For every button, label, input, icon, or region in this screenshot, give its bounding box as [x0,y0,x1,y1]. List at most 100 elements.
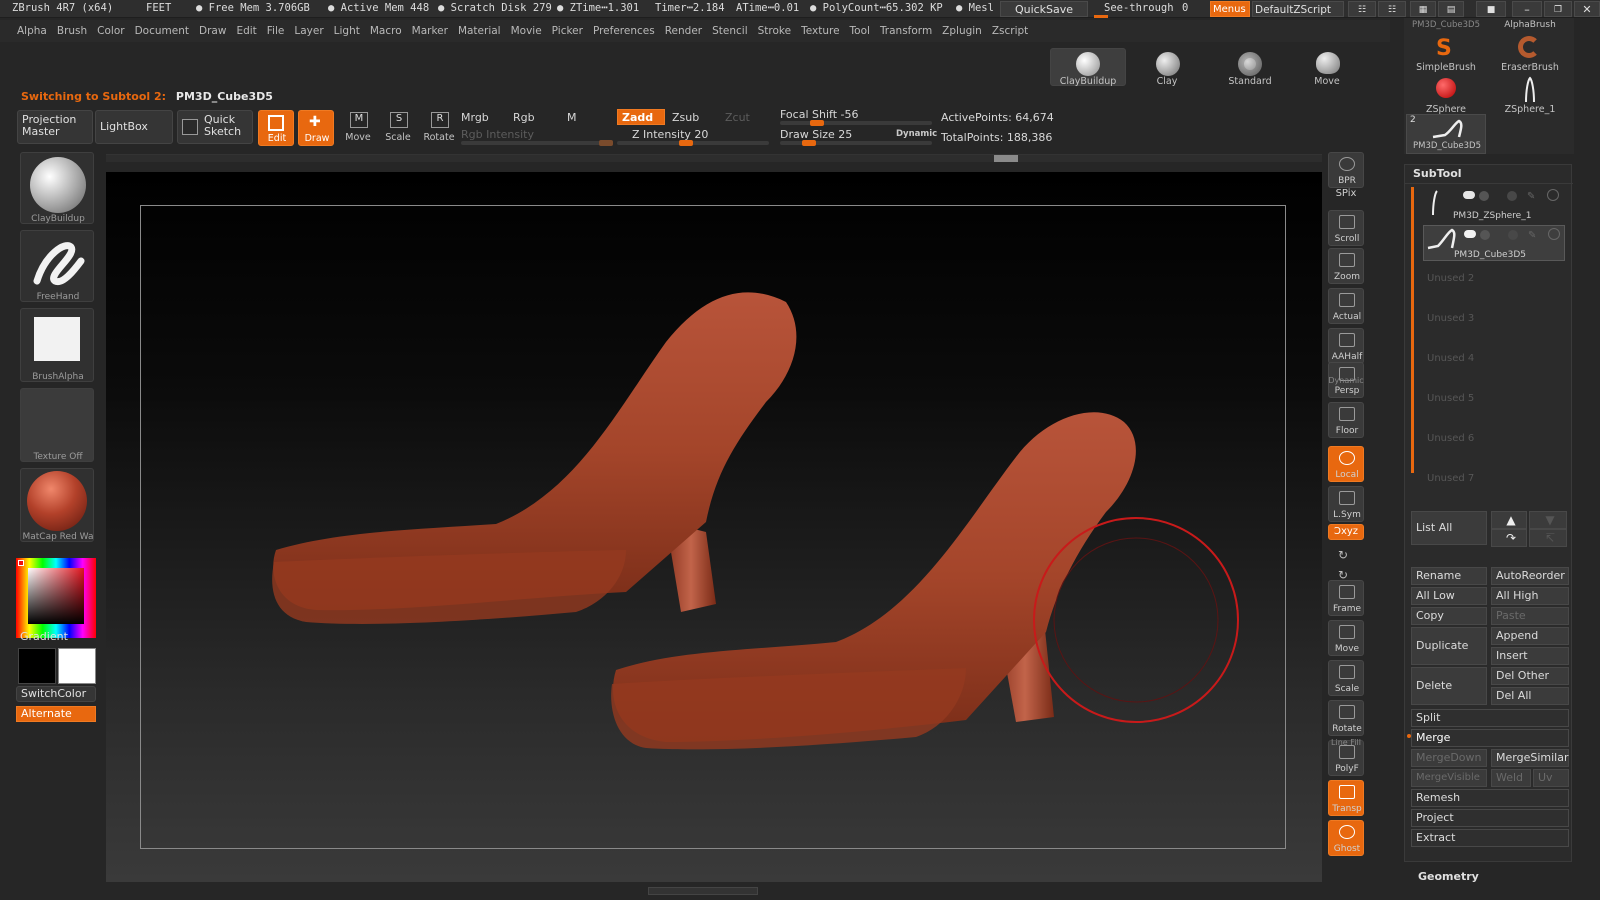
maximize-icon[interactable]: ❐ [1544,1,1572,17]
tray-ghost-button[interactable]: Ghost [1328,820,1364,856]
menu-stroke[interactable]: Stroke [753,20,796,42]
shelf-brush-move[interactable]: Move [1292,48,1362,88]
duplicate-button[interactable]: Duplicate [1411,627,1487,665]
bottom-shelf-handle[interactable] [648,887,758,895]
copy-button[interactable]: Copy [1411,607,1487,625]
project-subpalette[interactable]: Project [1411,809,1569,827]
layout-toggle-icon[interactable]: ☷ [1348,1,1376,17]
color-picker-square[interactable] [28,568,84,624]
menu-tool[interactable]: Tool [845,20,875,42]
color-picker[interactable] [16,558,96,638]
move-mode-button[interactable]: M Move [340,110,376,146]
secondary-color-swatch[interactable] [18,648,56,684]
main-color-swatch[interactable] [58,648,96,684]
mrgb-toggle[interactable]: Mrgb [461,111,489,124]
menu-edit[interactable]: Edit [231,20,261,42]
shelf-brush-standard[interactable]: Standard [1210,48,1290,88]
tray-frame-button[interactable]: Frame [1328,580,1364,616]
menu-marker[interactable]: Marker [407,20,453,42]
mergedown-button[interactable]: MergeDown [1411,749,1487,767]
scale-mode-button[interactable]: S Scale [380,110,416,146]
canvas-h-scroll[interactable] [106,154,1322,162]
menu-stencil[interactable]: Stencil [707,20,753,42]
lock-icon[interactable]: ■ [1476,1,1506,17]
material-picker[interactable]: MatCap Red Wa [20,468,94,542]
remesh-subpalette[interactable]: Remesh [1411,789,1569,807]
close-icon[interactable]: ✕ [1574,1,1600,17]
tool-pm3d-cube3d5[interactable]: 2 PM3D_Cube3D5 [1406,114,1486,154]
lightbox-button[interactable]: LightBox [95,110,173,144]
see-through-slider[interactable]: See-through 0 [1094,1,1204,18]
merge-subpalette[interactable]: Merge [1411,729,1569,747]
tray-local-button[interactable]: Local [1328,446,1364,482]
xyz-symmetry-button[interactable]: Ɔxyz [1328,524,1364,540]
minimize-icon[interactable]: – [1512,1,1542,17]
menu-layer[interactable]: Layer [289,20,328,42]
menu-light[interactable]: Light [329,20,365,42]
m-toggle[interactable]: M [567,111,577,124]
all-high-button[interactable]: All High [1491,587,1569,605]
zcut-toggle[interactable]: Zcut [725,111,750,124]
menu-movie[interactable]: Movie [506,20,547,42]
del-other-button[interactable]: Del Other [1491,667,1569,685]
canvas-h-scroll-thumb[interactable] [994,155,1018,162]
rgb-toggle[interactable]: Rgb [513,111,535,124]
shelf-brush-clay[interactable]: Clay [1132,48,1202,88]
shelf-brush-claybuildup[interactable]: ClayBuildup [1050,48,1130,88]
delete-button[interactable]: Delete [1411,667,1487,705]
edit-mode-button[interactable]: Edit [258,110,294,146]
menus-toggle-button[interactable]: Menus [1210,1,1250,17]
all-low-button[interactable]: All Low [1411,587,1487,605]
tray-transp-button[interactable]: Transp [1328,780,1364,816]
split-subpalette[interactable]: Split [1411,709,1569,727]
tray-floor-button[interactable]: Floor [1328,402,1364,438]
tray-spix-button[interactable]: SPix [1328,188,1364,206]
rename-button[interactable]: Rename [1411,567,1487,585]
arrow-right-icon[interactable]: ↷ [1491,529,1527,547]
mergevisible-button[interactable]: MergeVisible [1411,769,1487,787]
z-intensity-slider[interactable] [617,140,769,146]
tray-actual-button[interactable]: Actual [1328,288,1364,324]
menu-brush[interactable]: Brush [52,20,92,42]
tray-move-button[interactable]: Move [1328,620,1364,656]
menu-render[interactable]: Render [660,20,707,42]
viewport-3d[interactable] [106,172,1322,882]
tray-lsym-button[interactable]: L.Sym [1328,486,1364,522]
dynamic-toggle[interactable]: Dynamic [896,129,937,139]
menu-preferences[interactable]: Preferences [588,20,660,42]
texture-picker[interactable]: Texture Off [20,388,94,462]
draw-mode-button[interactable]: ✚ Draw [298,110,334,146]
rgb-intensity-slider[interactable] [461,140,613,146]
menu-macro[interactable]: Macro [365,20,407,42]
insert-button[interactable]: Insert [1491,647,1569,665]
menu-color[interactable]: Color [92,20,129,42]
append-button[interactable]: Append [1491,627,1569,645]
focal-shift-slider[interactable] [780,120,932,126]
default-zscript-button[interactable]: DefaultZScript [1252,1,1344,17]
tray-rotate-button[interactable]: Rotate [1328,700,1364,736]
alpha-picker[interactable]: BrushAlpha [20,308,94,382]
gradient-label[interactable]: Gradient [20,630,68,643]
stroke-picker[interactable]: FreeHand [20,230,94,302]
geometry-palette[interactable]: Geometry [1418,870,1479,883]
rotate-z-icon[interactable]: ↻ [1338,568,1348,582]
weld-button[interactable]: Weld [1491,769,1531,787]
tool-eraserbrush[interactable]: EraserBrush [1490,32,1570,74]
paste-button[interactable]: Paste [1491,607,1569,625]
quick-sketch-button[interactable]: Quick Sketch [177,110,253,144]
menu-texture[interactable]: Texture [796,20,844,42]
mergesimilar-button[interactable]: MergeSimilar [1491,749,1569,767]
rotate-y-icon[interactable]: ↻ [1338,548,1348,562]
tray-scale-button[interactable]: Scale [1328,660,1364,696]
tool-zsphere-1[interactable]: ZSphere_1 [1490,74,1570,116]
menu-document[interactable]: Document [130,20,194,42]
move-down-icon[interactable]: ▼ [1529,511,1567,529]
projection-master-button[interactable]: Projection Master [17,110,93,144]
alternate-button[interactable]: Alternate [16,706,96,722]
layout-grid-icon[interactable]: ▦ [1410,1,1436,17]
del-all-button[interactable]: Del All [1491,687,1569,705]
menu-material[interactable]: Material [453,20,506,42]
zadd-toggle[interactable]: Zadd [617,109,665,125]
autoreorder-button[interactable]: AutoReorder [1491,567,1569,585]
tool-simplebrush[interactable]: S SimpleBrush [1406,32,1486,74]
